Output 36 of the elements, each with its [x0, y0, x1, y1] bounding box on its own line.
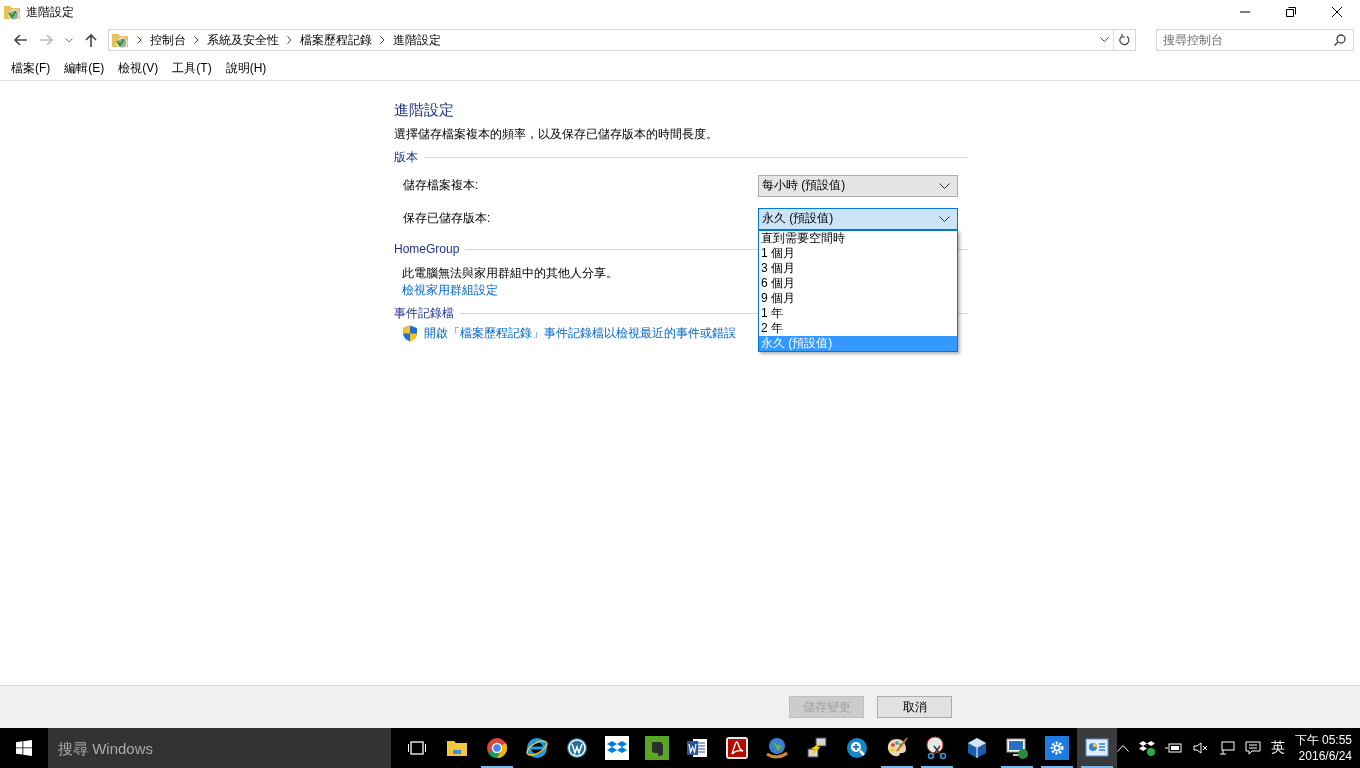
setting-label: 儲存檔案複本:	[403, 177, 479, 194]
breadcrumb-item[interactable]: 控制台	[150, 31, 186, 49]
dropdown-option[interactable]: 1 年	[759, 305, 957, 321]
menu-item[interactable]: 編輯(E)	[57, 59, 112, 77]
search-field[interactable]: 搜尋控制台	[1156, 29, 1354, 51]
dropdown-option[interactable]: 9 個月	[759, 290, 957, 306]
event-log-link[interactable]: 開啟「檔案歷程記錄」事件記錄檔以檢視最近的事件或錯誤	[424, 325, 736, 342]
breadcrumb-item[interactable]: 檔案歷程記錄	[300, 31, 372, 49]
breadcrumb-item[interactable]: 進階設定	[393, 31, 441, 49]
description-text: 選擇儲存檔案複本的頻率，以及保存已儲存版本的時間長度。	[394, 126, 719, 143]
address-bar[interactable]: 控制台 系統及安全性 檔案歷程記錄 進階設定	[108, 29, 1114, 51]
dropdown-option[interactable]: 1 個月	[759, 245, 957, 261]
section-title: HomeGroup	[394, 242, 460, 256]
dropdown-option[interactable]: 直到需要空間時	[759, 230, 957, 246]
dropdown-option[interactable]: 6 個月	[759, 275, 957, 291]
taskbar-search-field[interactable]: 搜尋 Windows	[48, 728, 391, 768]
dropdown[interactable]: 永久 (預設值)	[758, 207, 958, 230]
clock-time[interactable]: 下午 05:55	[1294, 732, 1352, 748]
breadcrumb-item[interactable]: 系統及安全性	[207, 31, 279, 49]
menu-item[interactable]: 工具(T)	[165, 59, 219, 77]
dropdown[interactable]: 每小時 (預設值)	[758, 174, 958, 197]
page-heading: 進階設定	[394, 101, 455, 120]
setting-label: 保存已儲存版本:	[403, 210, 491, 227]
menu-item[interactable]: 檔案(F)	[4, 59, 58, 77]
homegroup-settings-link[interactable]: 檢視家用群組設定	[394, 282, 498, 299]
cancel-button[interactable]: 取消	[877, 696, 952, 718]
dropdown-option[interactable]: 2 年	[759, 320, 957, 336]
section-title: 事件記錄檔	[394, 304, 454, 322]
input-method-indicator[interactable]: 英	[1270, 739, 1285, 757]
menu-item[interactable]: 說明(H)	[218, 59, 274, 77]
window-title: 進階設定	[26, 3, 74, 21]
menu-item[interactable]: 檢視(V)	[111, 59, 166, 77]
dropdown-option[interactable]: 3 個月	[759, 260, 957, 276]
clock-date[interactable]: 2016/6/24	[1298, 748, 1352, 764]
section-title: 版本	[394, 148, 418, 166]
info-text: 此電腦無法與家用群組中的其他人分享。	[401, 265, 618, 282]
